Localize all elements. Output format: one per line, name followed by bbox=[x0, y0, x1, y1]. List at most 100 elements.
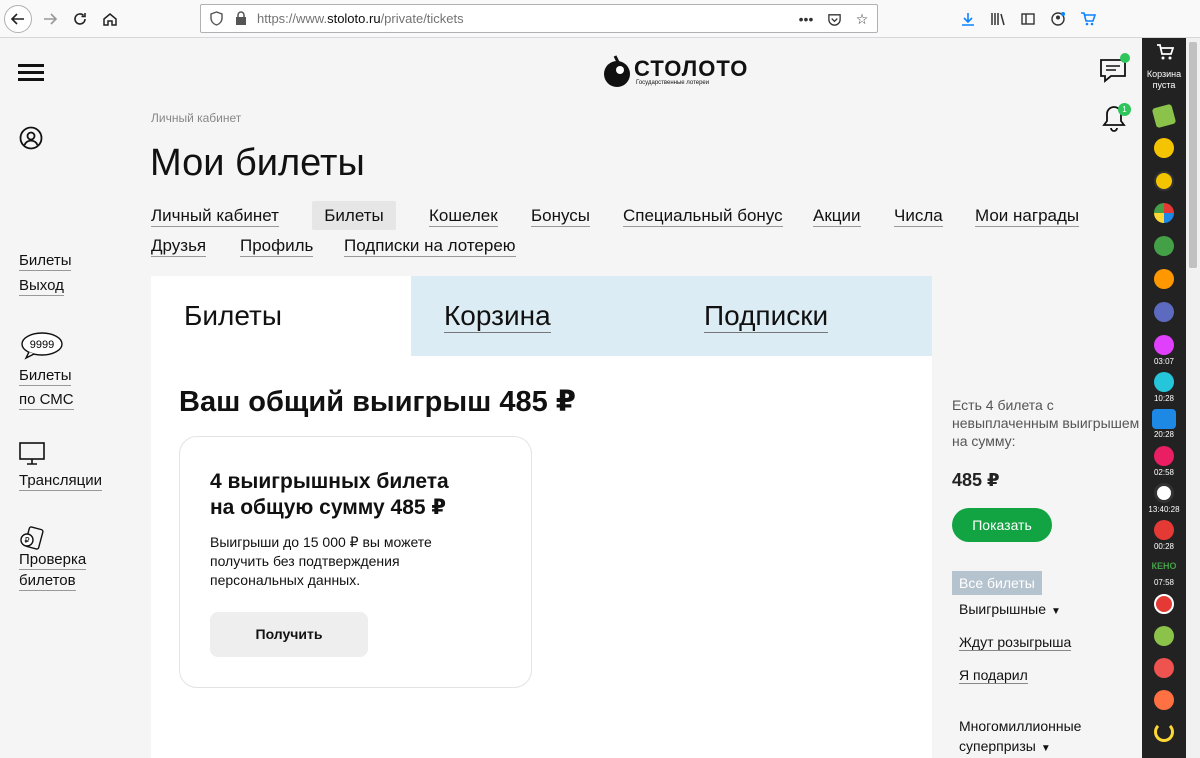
library-icon[interactable] bbox=[988, 9, 1008, 29]
tab-basket[interactable]: Корзина bbox=[411, 276, 671, 356]
sms-badge-text: 9999 bbox=[30, 339, 54, 351]
unpaid-sum: 485 ₽ bbox=[952, 470, 1000, 490]
keno-label[interactable]: КЕНО bbox=[1142, 561, 1186, 571]
cart-icon[interactable] bbox=[1156, 44, 1174, 60]
breadcrumb[interactable]: Личный кабинет bbox=[151, 111, 241, 125]
arrow-right-icon bbox=[44, 13, 58, 25]
sidebar-broadcasts-link[interactable]: Трансляции bbox=[19, 472, 103, 491]
more-icon[interactable]: ••• bbox=[797, 10, 815, 28]
winning-tickets-card: 4 выигрышных билета на общую сумму 485 ₽… bbox=[179, 436, 532, 688]
tab-basket-label: Корзина bbox=[444, 300, 551, 333]
scrollbar-thumb[interactable] bbox=[1189, 42, 1197, 268]
caret-down-icon: ▼ bbox=[1040, 743, 1051, 754]
pocket-icon[interactable] bbox=[825, 10, 843, 28]
cart-status: Корзина пуста bbox=[1146, 69, 1182, 90]
lottery-time-6: 00:28 bbox=[1153, 542, 1175, 551]
lottery-icon-1[interactable] bbox=[1151, 103, 1177, 129]
menu-profile[interactable]: Профиль bbox=[240, 236, 314, 257]
menu-promotions[interactable]: Акции bbox=[813, 206, 861, 227]
sidebar-sms-line2[interactable]: по СМС bbox=[19, 391, 74, 410]
menu-subscriptions[interactable]: Подписки на лотерею bbox=[344, 236, 516, 257]
tab-subscriptions[interactable]: Подписки bbox=[671, 276, 932, 356]
reload-icon bbox=[74, 13, 86, 25]
reload-button[interactable] bbox=[66, 5, 94, 33]
menu-tickets-active[interactable]: Билеты bbox=[312, 201, 396, 230]
card-description: Выигрыши до 15 000 ₽ вы можете получить … bbox=[210, 534, 432, 588]
sms-icon: 9999 bbox=[21, 332, 63, 360]
menu-numbers[interactable]: Числа bbox=[894, 206, 943, 227]
filter-superprizes-line2[interactable]: суперпризы ▼ bbox=[959, 738, 1051, 754]
lottery-icon-12[interactable] bbox=[1154, 483, 1174, 503]
menu-special-bonus[interactable]: Специальный бонус bbox=[623, 206, 783, 227]
menu-friends[interactable]: Друзья bbox=[151, 236, 207, 257]
user-icon[interactable] bbox=[19, 126, 43, 150]
lottery-icon-3[interactable] bbox=[1154, 171, 1174, 191]
unpaid-winnings-text: Есть 4 билета с невыплаченным выигрышем … bbox=[952, 397, 1140, 449]
menu-wallet[interactable]: Кошелек bbox=[429, 206, 498, 227]
tab-subscriptions-label: Подписки bbox=[704, 300, 829, 333]
forward-button[interactable] bbox=[36, 5, 64, 33]
lottery-icon-9[interactable] bbox=[1154, 372, 1174, 392]
lottery-icon-10[interactable] bbox=[1152, 409, 1176, 429]
lock-icon bbox=[236, 11, 246, 25]
download-icon[interactable] bbox=[958, 9, 978, 29]
lottery-icon-14[interactable] bbox=[1154, 594, 1174, 614]
show-button[interactable]: Показать bbox=[952, 508, 1052, 542]
page-title: Мои билеты bbox=[150, 142, 365, 184]
cart-extension-icon[interactable] bbox=[1078, 9, 1098, 29]
ticket-check-icon: ₽ bbox=[20, 526, 44, 550]
filter-all-tickets[interactable]: Все билеты bbox=[952, 571, 1042, 595]
lottery-icon-16[interactable] bbox=[1154, 658, 1174, 678]
menu-icon[interactable] bbox=[18, 64, 44, 84]
filter-winning[interactable]: Выигрышные ▼ bbox=[959, 601, 1061, 617]
stoloto-logo[interactable]: СТОЛОТО Государственные лотереи bbox=[602, 52, 747, 92]
browser-toolbar: https://www.stoloto.ru/private/tickets •… bbox=[0, 0, 1200, 38]
menu-bonuses[interactable]: Бонусы bbox=[531, 206, 591, 227]
lottery-icon-17[interactable] bbox=[1154, 690, 1174, 710]
sidebar-check-line2[interactable]: билетов bbox=[19, 572, 76, 591]
lottery-icon-11[interactable] bbox=[1154, 446, 1174, 466]
left-sidebar: Билеты Выход 9999 Билеты по СМС Трансляц… bbox=[0, 38, 122, 758]
filter-waiting[interactable]: Ждут розыгрыша bbox=[959, 634, 1072, 651]
tab-tickets[interactable]: Билеты bbox=[151, 276, 411, 356]
sidebar-logout-link[interactable]: Выход bbox=[19, 277, 64, 296]
url-text: https://www.stoloto.ru/private/tickets bbox=[257, 11, 464, 26]
lottery-icon-15[interactable] bbox=[1154, 626, 1174, 646]
lottery-time-4: 02:58 bbox=[1153, 468, 1175, 477]
tab-tickets-label: Билеты bbox=[184, 300, 282, 331]
svg-text:₽: ₽ bbox=[24, 536, 29, 545]
lottery-icon-5[interactable] bbox=[1154, 236, 1174, 256]
back-button[interactable] bbox=[4, 5, 32, 33]
arrow-left-icon bbox=[10, 13, 24, 25]
url-bar[interactable]: https://www.stoloto.ru/private/tickets •… bbox=[200, 4, 878, 33]
sidebar-tickets-link[interactable]: Билеты bbox=[19, 252, 72, 271]
lottery-icon-8[interactable] bbox=[1154, 335, 1174, 355]
account-icon[interactable] bbox=[1048, 9, 1068, 29]
horseshoe-icon[interactable] bbox=[1154, 722, 1174, 742]
lottery-icon-4[interactable] bbox=[1154, 203, 1174, 223]
lottery-time-5: 13:40:28 bbox=[1148, 505, 1180, 514]
sidebar-check-line1[interactable]: Проверка bbox=[19, 551, 87, 570]
home-button[interactable] bbox=[96, 5, 124, 33]
filter-gifted[interactable]: Я подарил bbox=[959, 667, 1028, 684]
sidebar-sms-line1[interactable]: Билеты bbox=[19, 367, 72, 386]
tickets-content: Ваш общий выигрыш 485 ₽ 4 выигрышных бил… bbox=[151, 356, 932, 758]
lottery-icon-13[interactable] bbox=[1154, 520, 1174, 540]
tickets-filter-panel: Есть 4 билета с невыплаченным выигрышем … bbox=[932, 356, 1142, 758]
sidebar-toggle-icon[interactable] bbox=[1018, 9, 1038, 29]
lottery-time-7: 07:58 bbox=[1153, 578, 1175, 587]
lottery-icon-7[interactable] bbox=[1154, 302, 1174, 322]
lottery-icon-2[interactable] bbox=[1154, 138, 1174, 158]
star-icon[interactable]: ☆ bbox=[853, 10, 871, 28]
lottery-time-2: 10:28 bbox=[1153, 394, 1175, 403]
card-title: 4 выигрышных билета на общую сумму 485 ₽ bbox=[210, 470, 449, 519]
filter-superprizes-line1[interactable]: Многомиллионные bbox=[959, 718, 1081, 734]
menu-account[interactable]: Личный кабинет bbox=[151, 206, 279, 227]
lottery-time-1: 03:07 bbox=[1153, 357, 1175, 366]
lottery-icon-6[interactable] bbox=[1154, 269, 1174, 289]
page-scrollbar[interactable] bbox=[1186, 38, 1200, 758]
chat-indicator bbox=[1120, 53, 1130, 63]
menu-awards[interactable]: Мои награды bbox=[975, 206, 1080, 227]
lottery-strip: Корзина пуста 03:07 10:28 20:28 02:58 13:… bbox=[1142, 38, 1186, 758]
get-winnings-button[interactable]: Получить bbox=[210, 612, 368, 657]
